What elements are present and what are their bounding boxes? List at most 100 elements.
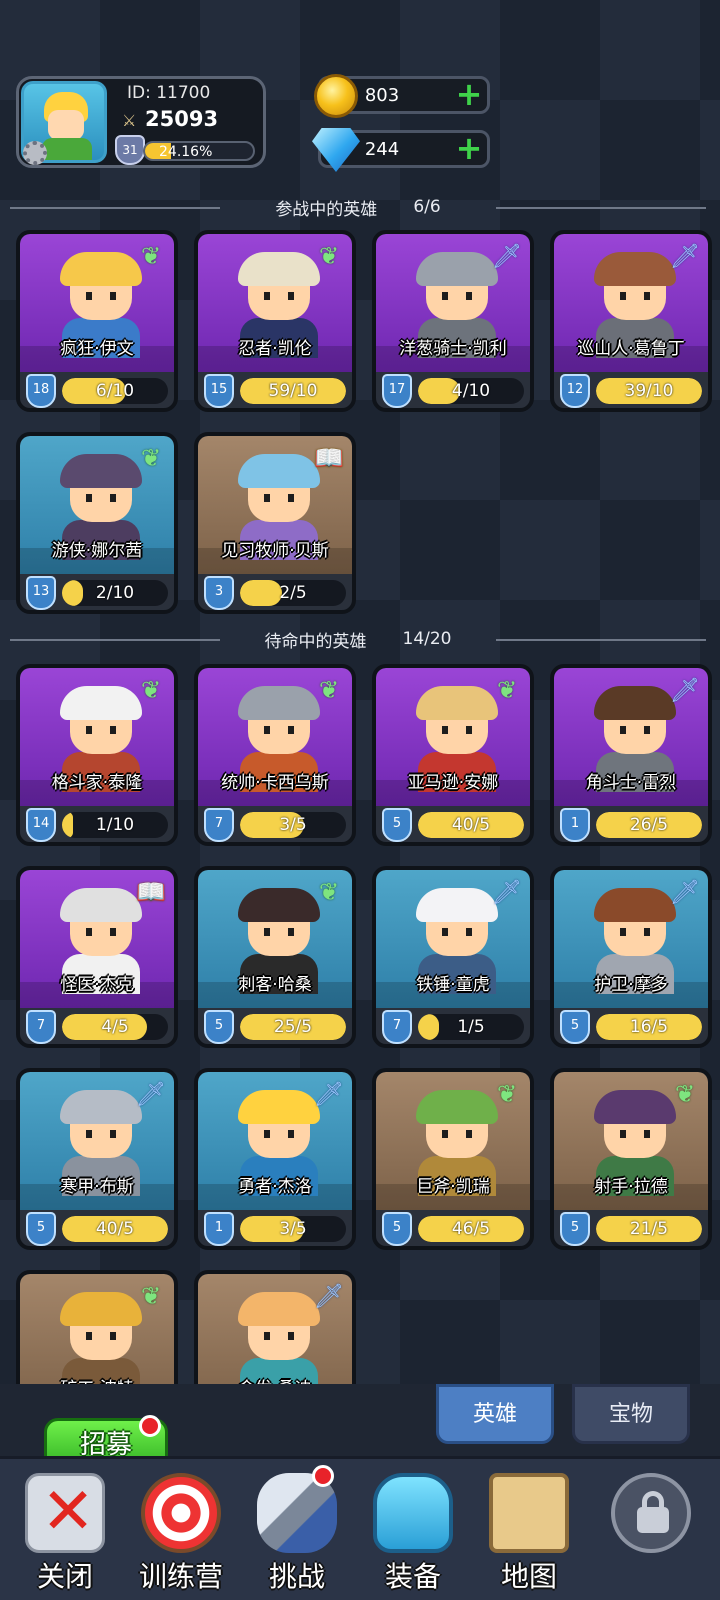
nav-locked[interactable]: [596, 1471, 706, 1599]
hero-level-badge: 7: [204, 808, 234, 842]
dagger-icon: 🗡: [669, 242, 701, 270]
hero-shard-progress-text: 40/5: [95, 1219, 135, 1239]
tab-heroes[interactable]: 英雄: [436, 1384, 554, 1444]
hero-shard-progress-text: 2/5: [279, 583, 307, 603]
hero-shard-progress-text: 1/10: [95, 815, 135, 835]
hero-card[interactable]: ❦ 刺客·哈桑 5 25/5: [194, 866, 356, 1048]
hero-name: 洋葱骑士·凯利: [399, 339, 507, 359]
hero-shard-progress-bar: 16/5: [596, 1014, 702, 1040]
nav-training[interactable]: 训练营: [126, 1471, 236, 1599]
dagger-icon: 🗡: [491, 242, 523, 270]
hero-name: 怪医·杰克: [60, 975, 134, 995]
hero-level-badge: 12: [560, 374, 590, 408]
standby-heroes-count: 14/20: [402, 629, 452, 649]
nav-label-training: 训练营: [138, 1560, 223, 1593]
xp-percent: 24.16%: [159, 144, 213, 160]
hero-name: 游侠·娜尔茜: [51, 541, 143, 561]
hero-card[interactable]: ❦ 疯狂·伊文 18 6/10: [16, 230, 178, 412]
hero-shard-progress-bar: 26/5: [596, 812, 702, 838]
hero-level-badge: 5: [560, 1212, 590, 1246]
close-icon: ✕: [25, 1473, 105, 1553]
nav-label-equipment: 装备: [384, 1560, 441, 1593]
hero-name: 见习牧师·贝斯: [221, 541, 329, 561]
wing-icon: ❦: [496, 1080, 518, 1108]
wing-icon: ❦: [140, 444, 162, 472]
hero-card[interactable]: 🗡 寒甲·布斯 5 40/5: [16, 1068, 178, 1250]
nav-close[interactable]: ✕ 关闭: [10, 1471, 120, 1599]
hero-level-badge: 14: [26, 808, 56, 842]
hero-card[interactable]: ❦ 忍者·凯伦 15 59/10: [194, 230, 356, 412]
hero-card[interactable]: 🗡 巡山人·葛鲁丁 12 39/10: [550, 230, 712, 412]
hero-shard-progress-bar: 46/5: [418, 1216, 524, 1242]
player-profile[interactable]: ID: 11700 ⚔ 25093 31 24.16%: [16, 76, 266, 168]
hero-card[interactable]: 🗡 洋葱骑士·凯利 17 4/10: [372, 230, 534, 412]
hero-name: 寒甲·布斯: [60, 1177, 134, 1197]
tab-treasure[interactable]: 宝物: [572, 1384, 690, 1444]
hero-name: 亚马逊·安娜: [407, 773, 499, 793]
target-icon: [141, 1473, 221, 1553]
hero-card[interactable]: 🗡 铁锤·童虎 7 1/5: [372, 866, 534, 1048]
nav-map[interactable]: 地图: [474, 1471, 584, 1599]
wing-icon: ❦: [140, 242, 162, 270]
standby-heroes-grid: ❦ 格斗家·泰隆 14 1/10 ❦ 统帅·卡西乌斯 7 3/5 ❦ 亚马逊·安娜 5 40/5 🗡 角斗…: [16, 664, 712, 1452]
dagger-icon: 🗡: [669, 878, 701, 906]
hero-level-badge: 1: [204, 1212, 234, 1246]
hero-card[interactable]: 📖 怪医·杰克 7 4/5: [16, 866, 178, 1048]
hero-card[interactable]: ❦ 格斗家·泰隆 14 1/10: [16, 664, 178, 846]
hero-name: 角斗士·雷烈: [585, 773, 677, 793]
player-level-badge: 31: [115, 135, 145, 165]
dagger-icon: 🗡: [669, 676, 701, 704]
nav-label-challenge: 挑战: [268, 1560, 325, 1593]
hero-level-badge: 3: [204, 576, 234, 610]
hero-shard-progress-text: 25/5: [273, 1017, 313, 1037]
hero-level-badge: 18: [26, 374, 56, 408]
add-diamond-plus-icon[interactable]: +: [455, 132, 483, 164]
standby-heroes-title: 待命中的英雄: [264, 631, 367, 652]
hero-shard-progress-bar: 21/5: [596, 1216, 702, 1242]
dagger-icon: 🗡: [313, 1080, 345, 1108]
hero-card[interactable]: 🗡 角斗士·雷烈 1 26/5: [550, 664, 712, 846]
hero-shard-progress-bar: 39/10: [596, 378, 702, 404]
hero-shard-progress-text: 59/10: [268, 381, 318, 401]
hero-name: 格斗家·泰隆: [51, 773, 143, 793]
hero-level-badge: 5: [204, 1010, 234, 1044]
gear-icon[interactable]: [23, 141, 47, 165]
active-heroes-title: 参战中的英雄: [275, 199, 378, 220]
hero-shard-progress-bar: 6/10: [62, 378, 168, 404]
hero-level-badge: 15: [204, 374, 234, 408]
hero-card[interactable]: ❦ 巨斧·凯瑞 5 46/5: [372, 1068, 534, 1250]
hero-card[interactable]: ❦ 射手·拉德 5 21/5: [550, 1068, 712, 1250]
hero-card[interactable]: ❦ 统帅·卡西乌斯 7 3/5: [194, 664, 356, 846]
hero-shard-progress-text: 1/5: [457, 1017, 485, 1037]
add-gold-plus-icon[interactable]: +: [455, 78, 483, 110]
hero-card[interactable]: ❦ 游侠·娜尔茜 13 2/10: [16, 432, 178, 614]
wing-icon: ❦: [318, 878, 340, 906]
hero-card[interactable]: 🗡 护卫·摩多 5 16/5: [550, 866, 712, 1048]
hero-name: 护卫·摩多: [594, 975, 668, 995]
hero-shard-progress-bar: 4/10: [418, 378, 524, 404]
nav-equipment[interactable]: 装备: [358, 1471, 468, 1599]
hero-shard-progress-bar: 3/5: [240, 1216, 346, 1242]
wing-icon: ❦: [318, 676, 340, 704]
active-heroes-count: 6/6: [413, 197, 441, 217]
hero-card[interactable]: 🗡 勇者·杰洛 1 3/5: [194, 1068, 356, 1250]
hero-name: 勇者·杰洛: [238, 1177, 312, 1197]
active-heroes-grid: ❦ 疯狂·伊文 18 6/10 ❦ 忍者·凯伦 15 59/10 🗡 洋葱骑士·凯利 17 4/10 🗡…: [16, 230, 712, 614]
book-icon: 📖: [314, 444, 344, 472]
hero-card[interactable]: 📖 见习牧师·贝斯 3 2/5: [194, 432, 356, 614]
hero-level-badge: 5: [26, 1212, 56, 1246]
dagger-icon: 🗡: [491, 878, 523, 906]
nav-challenge[interactable]: 挑战: [242, 1465, 352, 1599]
hero-name: 铁锤·童虎: [416, 975, 490, 995]
hero-level-badge: 5: [382, 808, 412, 842]
notification-dot: [312, 1465, 334, 1487]
standby-heroes-header: 待命中的英雄 14/20: [10, 624, 706, 654]
hero-level-badge: 7: [26, 1010, 56, 1044]
hero-level-badge: 17: [382, 374, 412, 408]
notification-dot: [139, 1415, 161, 1437]
hero-shard-progress-text: 26/5: [629, 815, 669, 835]
hero-card[interactable]: ❦ 亚马逊·安娜 5 40/5: [372, 664, 534, 846]
hero-shard-progress-bar: 2/10: [62, 580, 168, 606]
hero-name: 巨斧·凯瑞: [416, 1177, 490, 1197]
wing-icon: ❦: [140, 676, 162, 704]
